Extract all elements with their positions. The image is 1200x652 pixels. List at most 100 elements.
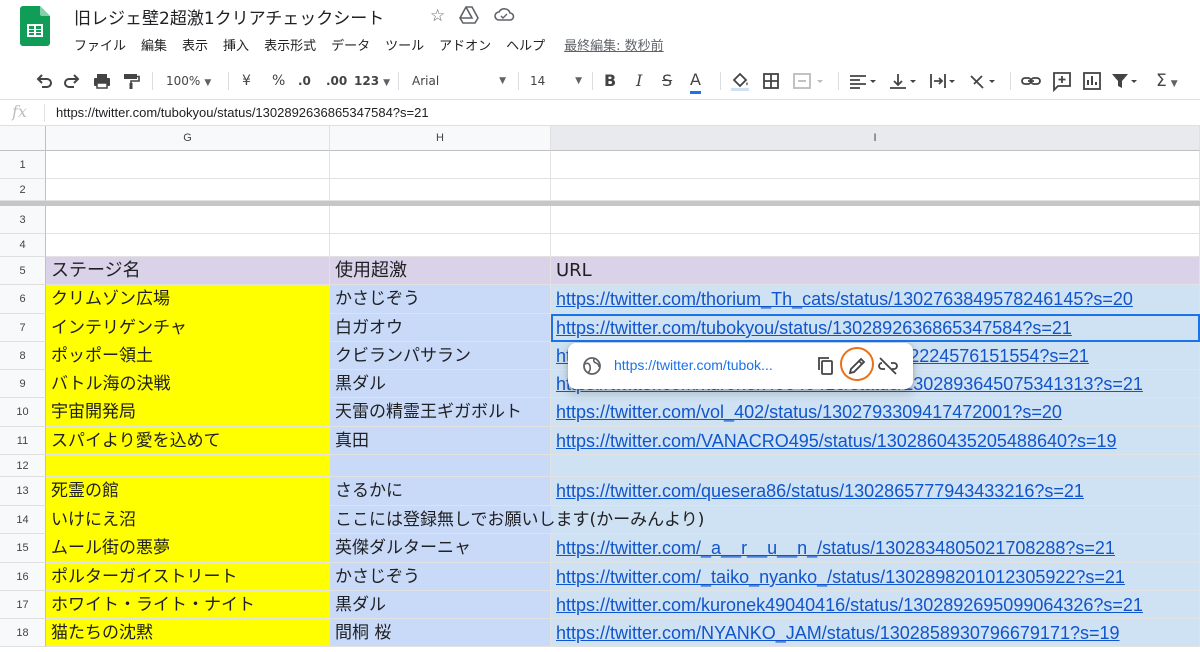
cell-g17[interactable]: ホワイト・ライト・ナイト — [46, 591, 330, 619]
star-icon[interactable]: ☆ — [430, 6, 445, 26]
row-header[interactable]: 5 — [0, 257, 46, 285]
decrease-decimal-button[interactable]: .0 — [298, 70, 311, 92]
row-header[interactable]: 2 — [0, 179, 46, 201]
cell-i10[interactable]: https://twitter.com/vol_402/status/13027… — [551, 398, 1200, 427]
cell-h10[interactable]: 天雷の精霊王ギガボルト — [330, 398, 551, 427]
cell-i18[interactable]: https://twitter.com/NYANKO_JAM/status/13… — [551, 619, 1200, 647]
formula-input[interactable]: https://twitter.com/tubokyou/status/1302… — [56, 105, 429, 120]
row-header[interactable]: 13 — [0, 477, 46, 506]
cell-i1[interactable] — [551, 151, 1200, 179]
cell-h15[interactable]: 英傑ダルターニャ — [330, 534, 551, 563]
cell-h18[interactable]: 間桐 桜 — [330, 619, 551, 647]
row-header[interactable]: 17 — [0, 591, 46, 619]
cell-h3[interactable] — [330, 206, 551, 234]
cell-h4[interactable] — [330, 234, 551, 257]
cell-g10[interactable]: 宇宙開発局 — [46, 398, 330, 427]
fill-color-icon[interactable] — [730, 70, 750, 92]
cell-h12[interactable] — [330, 455, 551, 477]
cell-g8[interactable]: ポッポー領土 — [46, 342, 330, 370]
cell-i11[interactable]: https://twitter.com/VANACRO495/status/13… — [551, 427, 1200, 455]
cell-g5[interactable]: ステージ名 — [46, 257, 330, 285]
cell-i2[interactable] — [551, 179, 1200, 201]
menu-addons[interactable]: アドオン — [439, 35, 491, 54]
insert-chart-icon[interactable] — [1082, 70, 1102, 92]
row-header[interactable]: 8 — [0, 342, 46, 370]
cell-h9[interactable]: 黒ダル — [330, 370, 551, 398]
menu-file[interactable]: ファイル — [74, 35, 126, 54]
cell-g13[interactable]: 死霊の館 — [46, 477, 330, 506]
frozen-rows-divider[interactable] — [0, 201, 1200, 206]
cell-h13[interactable]: さるかに — [330, 477, 551, 506]
paint-format-icon[interactable] — [122, 70, 140, 92]
cell-i7[interactable]: https://twitter.com/tubokyou/status/1302… — [551, 314, 1200, 342]
last-edit-link[interactable]: 最終編集: 数秒前 — [564, 35, 664, 54]
menu-tools[interactable]: ツール — [385, 35, 424, 54]
cell-g7[interactable]: インテリゲンチャ — [46, 314, 330, 342]
filter-icon[interactable] — [1110, 70, 1140, 92]
row-header[interactable]: 9 — [0, 370, 46, 398]
cell-i12[interactable] — [551, 455, 1200, 477]
cell-g14[interactable]: いけにえ沼 — [46, 506, 330, 534]
strikethrough-button[interactable]: S — [662, 70, 672, 92]
undo-icon[interactable] — [34, 70, 54, 92]
cell-g9[interactable]: バトル海の決戦 — [46, 370, 330, 398]
cell-i16[interactable]: https://twitter.com/_taiko_nyanko_/statu… — [551, 563, 1200, 591]
row-header[interactable]: 14 — [0, 506, 46, 534]
font-select[interactable]: Arial ▼ — [412, 70, 506, 92]
column-header-h[interactable]: H — [330, 126, 551, 151]
menu-format[interactable]: 表示形式 — [264, 35, 316, 54]
cell-h8[interactable]: クビランパサラン — [330, 342, 551, 370]
row-header[interactable]: 3 — [0, 206, 46, 234]
merge-cells-icon[interactable] — [792, 70, 824, 92]
borders-icon[interactable] — [762, 70, 780, 92]
cell-g11[interactable]: スパイより愛を込めて — [46, 427, 330, 455]
menu-insert[interactable]: 挿入 — [223, 35, 249, 54]
cell-g2[interactable] — [46, 179, 330, 201]
cell-g12[interactable] — [46, 455, 330, 477]
cloud-saved-icon[interactable] — [493, 6, 515, 22]
cell-i13[interactable]: https://twitter.com/quesera86/status/130… — [551, 477, 1200, 506]
font-size-select[interactable]: 14 ▼ — [530, 70, 582, 92]
cell-h17[interactable]: 黒ダル — [330, 591, 551, 619]
percent-format-button[interactable]: % — [272, 70, 285, 92]
increase-decimal-button[interactable]: .00 — [326, 70, 347, 92]
row-header[interactable]: 18 — [0, 619, 46, 647]
cell-i17[interactable]: https://twitter.com/kuronek49040416/stat… — [551, 591, 1200, 619]
menu-view[interactable]: 表示 — [182, 35, 208, 54]
column-header-g[interactable]: G — [46, 126, 330, 151]
row-header[interactable]: 7 — [0, 314, 46, 342]
column-header-i[interactable]: I — [551, 126, 1200, 151]
cell-i6[interactable]: https://twitter.com/thorium_Th_cats/stat… — [551, 285, 1200, 314]
cell-h7[interactable]: 白ガオウ — [330, 314, 551, 342]
row-header[interactable]: 15 — [0, 534, 46, 563]
print-icon[interactable] — [92, 70, 112, 92]
horizontal-align-icon[interactable] — [848, 70, 878, 92]
remove-link-icon[interactable] — [876, 354, 900, 378]
row-header[interactable]: 4 — [0, 234, 46, 257]
insert-comment-icon[interactable] — [1052, 70, 1072, 92]
cell-i15[interactable]: https://twitter.com/_a__r__u__n_/status/… — [551, 534, 1200, 563]
copy-link-icon[interactable] — [814, 354, 838, 378]
cell-g1[interactable] — [46, 151, 330, 179]
zoom-select[interactable]: 100% ▼ — [166, 70, 211, 92]
bold-button[interactable]: B — [604, 70, 616, 92]
cell-h2[interactable] — [330, 179, 551, 201]
cell-h14[interactable]: ここには登録無しでお願いします(かーみんより) — [330, 506, 704, 534]
cell-g15[interactable]: ムール街の悪夢 — [46, 534, 330, 563]
cell-i5[interactable]: URL — [551, 257, 1200, 285]
row-header[interactable]: 10 — [0, 398, 46, 427]
cell-g3[interactable] — [46, 206, 330, 234]
link-preview-url[interactable]: https://twitter.com/tubok... — [614, 357, 773, 373]
cell-i4[interactable] — [551, 234, 1200, 257]
text-color-button[interactable]: A — [690, 70, 701, 94]
menu-edit[interactable]: 編集 — [141, 35, 167, 54]
cell-g4[interactable] — [46, 234, 330, 257]
row-header[interactable]: 16 — [0, 563, 46, 591]
more-formats-button[interactable]: 123 ▼ — [354, 70, 390, 92]
document-title[interactable]: 旧レジェ壁2超激1クリアチェックシート — [74, 4, 384, 29]
vertical-align-icon[interactable] — [888, 70, 918, 92]
cell-h1[interactable] — [330, 151, 551, 179]
cell-h16[interactable]: かさじぞう — [330, 563, 551, 591]
text-rotation-icon[interactable] — [968, 70, 998, 92]
sheets-logo-icon[interactable] — [20, 6, 50, 46]
